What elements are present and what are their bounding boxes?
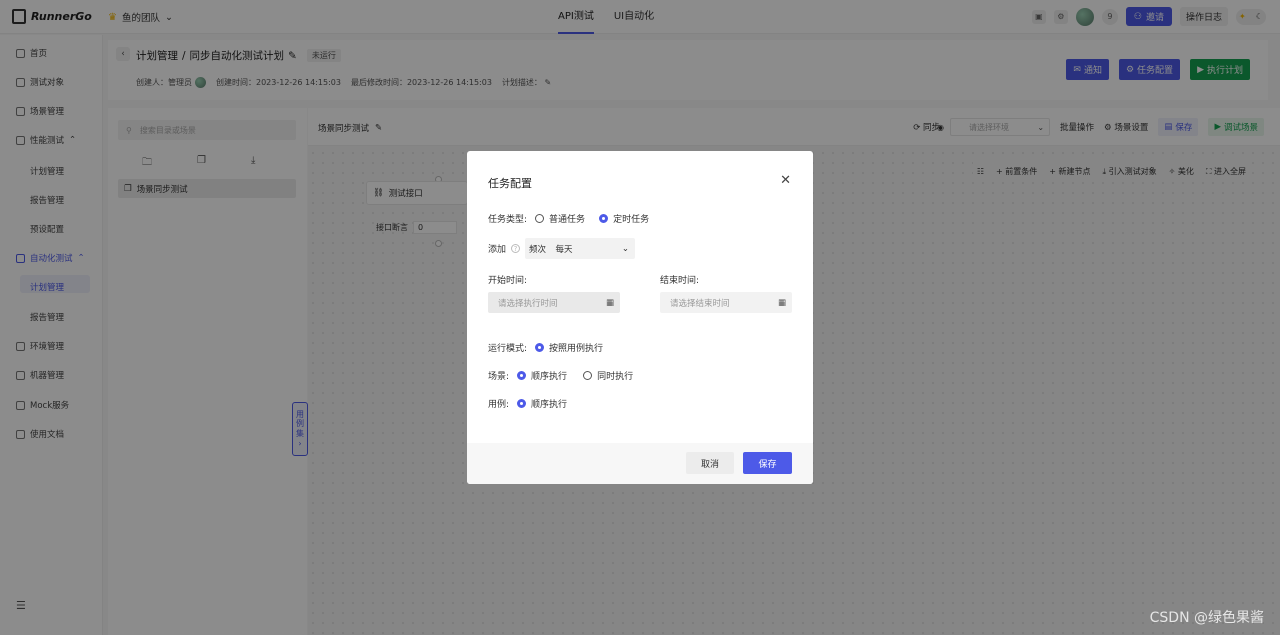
radio-scene-parallel[interactable]: 同时执行 (583, 369, 633, 382)
frequency-select[interactable]: 频次 每天 ⌄ (525, 238, 636, 259)
scene-row: 场景: 顺序执行 同时执行 (488, 369, 633, 382)
radio-case-sequential[interactable]: 顺序执行 (517, 397, 567, 410)
dialog-footer: 取消 保存 (467, 443, 813, 484)
frequency-row: 添加 ? 频次 每天 ⌄ (488, 238, 636, 259)
end-time-label: 结束时间: (660, 276, 700, 286)
calendar-icon: ▦ (777, 297, 786, 308)
save-button[interactable]: 保存 (743, 452, 792, 474)
start-time-label: 开始时间: (488, 276, 528, 286)
start-time-input[interactable]: 请选择执行时间 ▦ (488, 292, 620, 313)
run-mode-row: 运行模式: 按照用例执行 (488, 341, 603, 354)
close-icon[interactable]: ✕ (780, 173, 791, 188)
cancel-button[interactable]: 取消 (686, 452, 734, 474)
chevron-down-icon: ⌄ (621, 243, 630, 254)
task-type-row: 任务类型: 普通任务 定时任务 (488, 212, 649, 225)
case-row: 用例: 顺序执行 (488, 397, 567, 410)
calendar-icon: ▦ (605, 297, 614, 308)
radio-scene-sequential[interactable]: 顺序执行 (517, 369, 567, 382)
task-config-dialog: 任务配置 ✕ 任务类型: 普通任务 定时任务 添加 ? 频次 每天 ⌄ 开始时间… (467, 151, 813, 484)
help-icon[interactable]: ? (511, 244, 521, 253)
radio-scheduled-task[interactable]: 定时任务 (599, 212, 649, 225)
radio-run-by-case[interactable]: 按照用例执行 (535, 341, 603, 354)
end-time-input[interactable]: 请选择结束时间 ▦ (660, 292, 792, 313)
radio-normal-task[interactable]: 普通任务 (535, 212, 585, 225)
dialog-title: 任务配置 (488, 177, 532, 190)
watermark: CSDN @绿色果酱 (1149, 610, 1264, 626)
